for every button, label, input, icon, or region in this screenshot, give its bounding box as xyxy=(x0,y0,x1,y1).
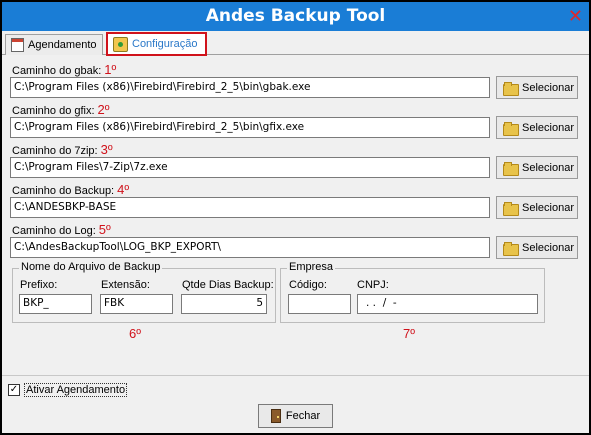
folder-icon xyxy=(503,201,519,216)
tab-agendamento[interactable]: Agendamento xyxy=(5,34,103,55)
gfix-path-input[interactable]: C:\Program Files (x86)\Firebird\Firebird… xyxy=(10,117,490,138)
step-marker: 7º xyxy=(403,326,415,341)
gfix-label: Caminho do gfix: 2º xyxy=(12,102,110,117)
backup-label: Caminho do Backup: 4º xyxy=(12,182,130,197)
step-marker: 1º xyxy=(104,62,117,77)
log-path-input[interactable]: C:\AndesBackupTool\LOG_BKP_EXPORT\ xyxy=(10,237,490,258)
select-gfix-button[interactable]: Selecionar xyxy=(496,116,578,139)
log-label: Caminho do Log: 5º xyxy=(12,222,111,237)
gbak-path-input[interactable]: C:\Program Files (x86)\Firebird\Firebird… xyxy=(10,77,490,98)
7zip-path-input[interactable]: C:\Program Files\7-Zip\7z.exe xyxy=(10,157,490,178)
step-marker: 3º xyxy=(100,142,113,157)
tab-label: Agendamento xyxy=(28,39,97,51)
step-marker: 6º xyxy=(129,326,141,341)
tab-label: Configuração xyxy=(132,38,198,50)
schedule-checkbox-label[interactable]: Ativar Agendamento xyxy=(24,383,128,397)
backup-name-group: Nome do Arquivo de Backup Prefixo: BKP_ … xyxy=(12,261,276,323)
code-label: Código: xyxy=(289,279,327,291)
extension-label: Extensão: xyxy=(101,279,150,291)
folder-icon xyxy=(503,121,519,136)
gbak-label: Caminho do gbak: 1º xyxy=(12,62,117,77)
extension-input[interactable]: FBK xyxy=(100,294,173,314)
7zip-label: Caminho do 7zip: 3º xyxy=(12,142,113,157)
tab-strip: Agendamento Configuração xyxy=(2,31,589,56)
prefix-input[interactable]: BKP_ xyxy=(19,294,92,314)
config-icon xyxy=(113,36,128,52)
folder-icon xyxy=(503,241,519,256)
select-gbak-button[interactable]: Selecionar xyxy=(496,76,578,99)
select-7zip-button[interactable]: Selecionar xyxy=(496,156,578,179)
config-panel: Caminho do gbak: 1º C:\Program Files (x86… xyxy=(2,56,589,376)
empresa-group: Empresa Código: CNPJ: . . / - xyxy=(280,261,545,323)
folder-icon xyxy=(503,161,519,176)
title-bar: Andes Backup Tool ✕ xyxy=(2,2,589,31)
step-marker: 2º xyxy=(97,102,110,117)
select-backup-button[interactable]: Selecionar xyxy=(496,196,578,219)
group-title: Nome do Arquivo de Backup xyxy=(19,261,163,273)
group-title: Empresa xyxy=(287,261,336,273)
app-window: Andes Backup Tool ✕ Agendamento Configur… xyxy=(0,0,591,435)
door-icon xyxy=(270,409,281,423)
cnpj-label: CNPJ: xyxy=(357,279,389,291)
days-input[interactable]: 5 xyxy=(181,294,267,314)
client-area: Agendamento Configuração Caminho do gbak… xyxy=(2,31,589,433)
folder-icon xyxy=(503,81,519,96)
days-label: Qtde Dias Backup: xyxy=(182,279,274,291)
close-icon[interactable]: ✕ xyxy=(568,2,583,31)
cnpj-input[interactable]: . . / - xyxy=(357,294,538,314)
schedule-checkbox-row: ✓ Ativar Agendamento xyxy=(8,383,128,397)
window-title: Andes Backup Tool xyxy=(205,6,386,26)
code-input[interactable] xyxy=(288,294,351,314)
select-log-button[interactable]: Selecionar xyxy=(496,236,578,259)
close-button[interactable]: Fechar xyxy=(258,404,333,428)
step-marker: 4º xyxy=(117,182,130,197)
schedule-checkbox[interactable]: ✓ xyxy=(8,384,20,396)
calendar-icon xyxy=(11,38,24,52)
step-marker: 5º xyxy=(98,222,111,237)
tab-configuracao[interactable]: Configuração xyxy=(106,32,207,56)
backup-path-input[interactable]: C:\ANDESBKP-BASE xyxy=(10,197,490,218)
prefix-label: Prefixo: xyxy=(20,279,58,291)
